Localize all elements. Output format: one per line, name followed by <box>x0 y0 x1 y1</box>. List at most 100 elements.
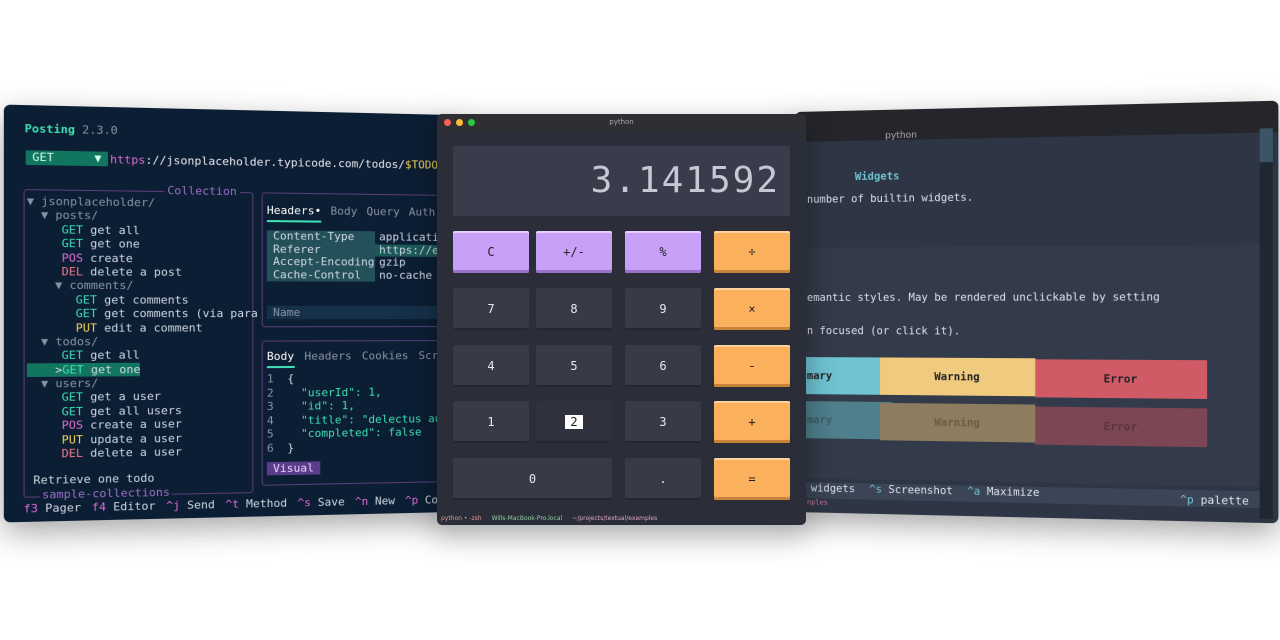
request-label: get comments (via para <box>104 306 258 321</box>
intro-text: number of builtin widgets. <box>806 191 974 206</box>
calc-button[interactable]: ÷ <box>714 231 790 273</box>
tree-item[interactable]: DEL delete a post <box>27 265 258 280</box>
tab-request[interactable]: Body <box>330 204 357 223</box>
footer-binding[interactable]: ^s Save <box>297 495 344 509</box>
calc-button[interactable]: . <box>625 458 701 500</box>
calc-button[interactable]: = <box>714 458 790 500</box>
tab-response[interactable]: Cookies <box>362 349 409 367</box>
method-badge: DEL <box>61 264 84 279</box>
calc-button[interactable]: % <box>625 231 701 273</box>
tree-item[interactable]: GET get all <box>27 348 258 363</box>
footer-binding[interactable]: ^a Maximize <box>967 485 1039 499</box>
tree-item[interactable]: DEL delete a user <box>27 444 258 462</box>
method-badge: GET <box>61 390 84 405</box>
calc-button[interactable]: 9 <box>625 288 701 330</box>
calc-button[interactable]: 2 <box>536 401 612 443</box>
window-title: python <box>609 118 634 126</box>
calc-button[interactable]: 8 <box>536 288 612 330</box>
tree-item[interactable]: >GET get one <box>26 362 141 378</box>
request-label: get all users <box>90 403 182 419</box>
tree-item[interactable]: ▼ todos/ <box>27 334 258 349</box>
method-select[interactable]: GET ▼ <box>25 150 108 167</box>
request-label: get one <box>90 362 141 377</box>
calc-button[interactable]: 5 <box>536 345 612 387</box>
tab-subtitle: nples <box>806 498 828 507</box>
request-panel: Headers•BodyQueryAuthI Content-Typeappli… <box>261 192 452 328</box>
primary-button[interactable]: mary <box>795 357 893 395</box>
tab-request[interactable]: Query <box>366 205 399 224</box>
calc-button[interactable]: - <box>714 345 790 387</box>
request-label: delete a post <box>90 264 182 279</box>
method-badge: DEL <box>61 446 84 461</box>
posting-window: Posting 2.3.0 GET ▼ https://jsonplacehold… <box>3 104 452 523</box>
tree-item[interactable]: POS create <box>27 251 258 266</box>
warning-button-disabled: Warning <box>880 402 1036 443</box>
tree-item[interactable]: ▼ comments/ <box>27 279 258 294</box>
calc-button[interactable]: 3 <box>625 401 701 443</box>
request-label: get a user <box>90 389 161 405</box>
footer-binding[interactable]: ^t Method <box>225 496 287 511</box>
response-body: 1 {2 "userId": 1, 3 "id": 1, 4 "title": "d… <box>267 371 452 455</box>
request-label: get all <box>90 223 140 238</box>
footer-binding[interactable]: ^n New <box>355 494 395 508</box>
method-badge: GET <box>61 236 84 251</box>
method-badge: GET <box>61 404 84 419</box>
display-value: 3.141592 <box>590 160 780 201</box>
collection-tree: ▼ jsonplaceholder/▼ posts/GET get all GET… <box>26 194 258 462</box>
warning-button[interactable]: Warning <box>880 357 1036 397</box>
method-badge: PUT <box>75 320 98 335</box>
tab-request[interactable]: Auth <box>409 205 435 223</box>
calc-button[interactable]: 7 <box>453 288 529 330</box>
calc-button[interactable]: 6 <box>625 345 701 387</box>
calc-button[interactable]: + <box>714 401 790 443</box>
method-badge: PUT <box>61 432 84 447</box>
request-label: get all <box>90 348 140 363</box>
headers-table: Content-Type application/Referer https://e… <box>266 229 452 283</box>
palette-binding[interactable]: ^p palette <box>1180 494 1249 508</box>
request-label: get comments <box>104 292 189 307</box>
calc-button[interactable]: 4 <box>453 345 529 387</box>
request-label: get one <box>90 237 140 251</box>
method-badge: GET <box>75 306 98 321</box>
code-line: 6 } <box>266 440 295 455</box>
calc-button[interactable]: +/- <box>536 231 612 273</box>
footer-binding[interactable]: ^s Screenshot <box>869 483 953 497</box>
calc-button[interactable]: 0 <box>453 458 612 500</box>
request-label: delete a user <box>90 445 182 460</box>
visual-button[interactable]: Visual <box>266 461 321 476</box>
method-badge: GET <box>61 222 84 237</box>
app-title: Posting 2.3.0 <box>24 121 118 138</box>
calc-button[interactable]: 1 <box>453 401 529 443</box>
request-description: Retrieve one todo <box>33 471 155 488</box>
header-row[interactable]: Cache-Control no-cache <box>266 268 452 283</box>
error-button[interactable]: Error <box>1035 359 1208 400</box>
scrollbar[interactable] <box>1259 128 1273 519</box>
status-bar: python • -zsh Wills-MacBook-Pro.local ~/pr… <box>441 515 658 522</box>
request-tabs: Headers•BodyQueryAuthI <box>266 203 451 224</box>
request-label: update a user <box>90 431 182 447</box>
method-badge: POS <box>61 418 84 433</box>
section-heading: Widgets <box>854 170 900 184</box>
window-title: python <box>885 130 918 142</box>
footer-binding[interactable]: ^j Send <box>166 498 215 512</box>
tree-item[interactable]: PUT edit a comment <box>27 321 258 335</box>
header-name-input[interactable]: Name <box>266 305 452 320</box>
tab-response[interactable]: Body <box>266 349 295 369</box>
method-badge: GET <box>61 348 84 363</box>
tree-item[interactable]: GET get comments <box>27 293 258 307</box>
calc-button[interactable]: × <box>714 288 790 330</box>
collection-panel: Collection ▼ jsonplaceholder/▼ posts/GET… <box>23 183 258 502</box>
footer-binding[interactable]: f3 Pager <box>24 501 82 516</box>
tab-request[interactable]: Headers• <box>266 203 322 223</box>
tab-response[interactable]: Headers <box>304 349 351 368</box>
response-panel: Body Headers Cookies Script 1 {2 "userId": … <box>261 339 452 486</box>
calc-button[interactable]: C <box>453 231 529 273</box>
primary-button-disabled: mary <box>795 401 893 440</box>
description-text-2: n focused (or click it). <box>806 325 961 338</box>
tree-item[interactable]: GET get comments (via para <box>27 307 258 321</box>
widgets-window: python Widgets number of builtin widgets… <box>795 100 1279 524</box>
footer-binding[interactable]: widgets <box>811 482 855 495</box>
response-tabs: Body Headers Cookies Script <box>266 349 452 369</box>
footer-binding[interactable]: f4 Editor <box>92 499 156 514</box>
url-input[interactable]: https://jsonplaceholder.typicode.com/tod… <box>110 153 452 172</box>
